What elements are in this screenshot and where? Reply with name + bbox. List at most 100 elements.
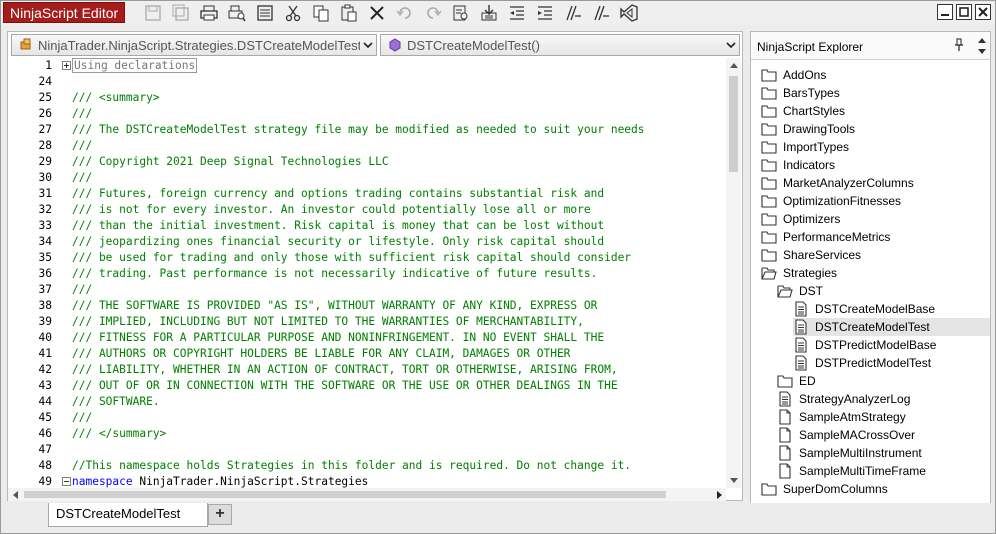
explorer-item[interactable]: DSTCreateModelTest [793, 318, 990, 336]
explorer-item-label: ShareServices [783, 248, 862, 262]
outdent-icon [510, 6, 524, 20]
scroll-right-icon[interactable] [712, 488, 726, 501]
file-icon [777, 409, 793, 425]
uncomment-button[interactable] [587, 2, 615, 24]
save-all-button[interactable] [167, 2, 195, 24]
line-number: 37 [38, 283, 52, 296]
close-icon [978, 7, 988, 17]
explorer-item[interactable]: SampleMultiTimeFrame [777, 462, 926, 480]
explorer-item[interactable]: SuperDomColumns [761, 480, 888, 498]
explorer-item[interactable]: AddOns [761, 66, 826, 84]
visual-studio-button[interactable] [615, 2, 643, 24]
collapse-icon[interactable] [62, 477, 71, 486]
explorer-item[interactable]: StrategyAnalyzerLog [777, 390, 910, 408]
line-number: 28 [38, 139, 52, 152]
tab-dstcreatemodeltest[interactable]: DSTCreateModelTest [48, 503, 208, 527]
horizontal-scrollbar[interactable] [8, 488, 726, 501]
explorer-item[interactable]: BarsTypes [761, 84, 840, 102]
explorer-item[interactable]: SampleAtmStrategy [777, 408, 906, 426]
redo-button[interactable] [419, 2, 447, 24]
line-number: 44 [38, 395, 52, 408]
chevron-down-icon [360, 42, 376, 48]
outdent-button[interactable] [503, 2, 531, 24]
member-selector[interactable]: DSTCreateModelTest() [380, 34, 740, 56]
explorer-item[interactable]: DSTPredictModelTest [793, 354, 931, 372]
code-line: 37 /// [8, 282, 724, 298]
explorer-scroll-arrows[interactable] [976, 34, 988, 58]
title-bar: NinjaScript Editor [1, 1, 995, 25]
expand-icon[interactable] [62, 61, 71, 70]
explorer-item[interactable]: MarketAnalyzerColumns [761, 174, 914, 192]
save-button[interactable] [139, 2, 167, 24]
print-preview-button[interactable] [223, 2, 251, 24]
code-line: 44 /// SOFTWARE. [8, 394, 724, 410]
line-number: 27 [38, 123, 52, 136]
close-button[interactable] [975, 4, 991, 20]
document-icon [793, 355, 809, 371]
scroll-thumb[interactable] [729, 76, 738, 172]
scroll-thumb[interactable] [24, 491, 666, 498]
explorer-item[interactable]: SampleMultiInstrument [777, 444, 922, 462]
explorer-item[interactable]: SampleMACrossOver [777, 426, 915, 444]
comment-button[interactable] [559, 2, 587, 24]
pin-icon[interactable] [953, 38, 965, 52]
window-controls [937, 4, 991, 20]
code-line: 33 /// than the initial investment. Risk … [8, 218, 724, 234]
line-number: 1 [45, 59, 52, 72]
class-selector[interactable]: NinjaTrader.NinjaScript.Strategies.DSTCr… [11, 34, 377, 56]
folder-icon [761, 247, 777, 263]
properties-button[interactable] [251, 2, 279, 24]
folder-icon [761, 139, 777, 155]
code-text: /// LIABILITY, WHETHER IN AN ACTION OF C… [72, 362, 618, 378]
explorer-item[interactable]: Optimizers [761, 210, 840, 228]
code-text: /// trading. Past performance is not nec… [72, 266, 597, 282]
maximize-button[interactable] [956, 4, 972, 20]
code-area[interactable]: 1 Using declarations 24 25 /// <summary> 26 //… [8, 58, 724, 488]
code-line: 27 /// The DSTCreateModelTest strategy fi… [8, 122, 724, 138]
cut-button[interactable] [279, 2, 307, 24]
explorer-item-label: AddOns [783, 68, 827, 82]
explorer-item[interactable]: DSTCreateModelBase [793, 300, 935, 318]
vertical-scrollbar[interactable] [726, 58, 741, 488]
code-line: 1 Using declarations [8, 58, 724, 74]
document-icon [793, 337, 809, 353]
code-text: /// is not for every investor. An invest… [72, 202, 591, 218]
explorer-item[interactable]: OptimizationFitnesses [761, 192, 901, 210]
explorer-item[interactable]: ChartStyles [761, 102, 845, 120]
explorer-item[interactable]: Indicators [761, 156, 835, 174]
code-content: /// SOFTWARE. [72, 395, 160, 408]
code-content: /// Futures, foreign currency and option… [72, 187, 605, 200]
code-text: /// </summary> [72, 426, 166, 442]
collapsed-region[interactable]: Using declarations [72, 58, 198, 73]
copy-button[interactable] [307, 2, 335, 24]
explorer-item[interactable]: Strategies [761, 264, 837, 282]
import-button[interactable] [475, 2, 503, 24]
undo-icon [396, 7, 411, 19]
explorer-item[interactable]: ED [777, 372, 816, 390]
undo-button[interactable] [391, 2, 419, 24]
find-icon [453, 5, 468, 21]
print-button[interactable] [195, 2, 223, 24]
explorer-item-label: DSTCreateModelBase [815, 302, 936, 316]
line-number: 45 [38, 411, 52, 424]
indent-button[interactable] [531, 2, 559, 24]
code-line: 25 /// <summary> [8, 90, 724, 106]
add-tab-button[interactable]: + [208, 504, 232, 525]
explorer-item[interactable]: DST [777, 282, 823, 300]
member-selector-value: DSTCreateModelTest() [407, 37, 540, 53]
explorer-item[interactable]: PerformanceMetrics [761, 228, 890, 246]
explorer-item[interactable]: DSTPredictModelBase [793, 336, 936, 354]
find-button[interactable] [447, 2, 475, 24]
scroll-down-icon[interactable] [726, 473, 741, 488]
scroll-up-icon[interactable] [726, 58, 741, 73]
ninjascript-editor-window: NinjaScript Editor NinjaTrader.NinjaScri… [0, 0, 996, 534]
code-text: /// [72, 138, 92, 154]
minimize-button[interactable] [937, 4, 953, 20]
scroll-left-icon[interactable] [8, 488, 22, 501]
paste-button[interactable] [335, 2, 363, 24]
explorer-item[interactable]: ShareServices [761, 246, 861, 264]
delete-button[interactable] [363, 2, 391, 24]
explorer-item[interactable]: DrawingTools [761, 120, 855, 138]
explorer-item[interactable]: ImportTypes [761, 138, 849, 156]
code-line: 36 /// trading. Past performance is not n… [8, 266, 724, 282]
